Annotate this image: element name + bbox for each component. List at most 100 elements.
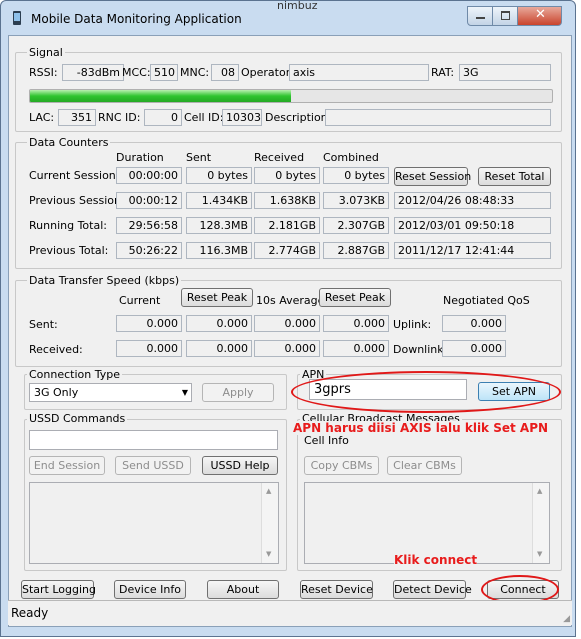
counter-row-label: Current Session: (29, 169, 120, 182)
received-label: Received: (29, 343, 83, 356)
ussd-scrollbar[interactable]: ▲ ▼ (261, 483, 278, 563)
cbm-message-box[interactable]: ▲ ▼ (304, 482, 550, 564)
about-button[interactable]: About (207, 580, 279, 599)
operator-label: Operator: (241, 66, 294, 79)
ussd-group-label: USSD Commands (27, 412, 128, 425)
send-ussd-button[interactable]: Send USSD (115, 456, 191, 475)
apn-annotation: APN harus diisi AXIS lalu klik Set APN (293, 421, 549, 435)
connect-annotation: Klik connect (394, 553, 478, 567)
speed-received-value: 0.000 (254, 340, 320, 357)
end-session-button[interactable]: End Session (29, 456, 105, 475)
speed-sent-value: 0.000 (323, 315, 389, 332)
signal-strength-bar (29, 89, 553, 103)
mnc-label: MNC: (180, 66, 210, 79)
lac-label: LAC: (29, 111, 55, 124)
operator-field: axis (289, 64, 429, 81)
device-info-button[interactable]: Device Info (114, 580, 186, 599)
lac-field: 351 (58, 109, 96, 126)
minimize-button[interactable] (467, 6, 494, 26)
rssi-label: RSSI: (29, 66, 58, 79)
uplink-label: Uplink: (393, 318, 432, 331)
speed-average-header: 10s Average (256, 294, 325, 307)
speed-sent-value: 0.000 (116, 315, 182, 332)
col-received: Received (254, 151, 305, 164)
col-combined: Combined (323, 151, 379, 164)
background-window-title: nimbuz (277, 0, 318, 12)
counter-date: 2012/04/26 08:48:33 (394, 192, 551, 209)
scroll-down-icon[interactable]: ▼ (266, 547, 271, 562)
counter-value: 1.434KB (186, 192, 252, 209)
rssi-field: -83dBm (62, 64, 124, 81)
reset-peak-button-1[interactable]: Reset Peak (181, 288, 253, 307)
counter-row-label: Previous Session: (29, 194, 125, 207)
status-bar: Ready ◢ (8, 600, 572, 625)
ussd-input[interactable] (29, 430, 278, 450)
scroll-down-icon[interactable]: ▼ (537, 547, 542, 562)
counter-value: 2.774GB (254, 242, 320, 259)
reset-peak-button-2[interactable]: Reset Peak (319, 288, 391, 307)
downlink-field: 0.000 (442, 340, 506, 357)
mcc-label: MCC: (122, 66, 151, 79)
reset-device-button[interactable]: Reset Device (300, 580, 373, 599)
rat-field: 3G (459, 64, 551, 81)
ussd-help-button[interactable]: USSD Help (202, 456, 278, 475)
start-logging-button[interactable]: Start Logging (21, 580, 96, 599)
maximize-button[interactable] (492, 6, 519, 26)
detect-device-button[interactable]: Detect Device (393, 580, 472, 599)
description-label: Description: (265, 111, 332, 124)
counter-value: 3.073KB (323, 192, 389, 209)
counter-value: 128.3MB (186, 217, 252, 234)
uplink-field: 0.000 (442, 315, 506, 332)
connection-type-label: Connection Type (27, 368, 123, 381)
window-title: Mobile Data Monitoring Application (31, 12, 242, 26)
title-bar[interactable]: Mobile Data Monitoring Application nimbu… (1, 0, 575, 35)
cbm-scrollbar[interactable]: ▲ ▼ (532, 483, 549, 563)
counter-value: 2.307GB (323, 217, 389, 234)
counter-value: 2.181GB (254, 217, 320, 234)
rnc-label: RNC ID: (98, 111, 141, 124)
signal-group-label: Signal (27, 46, 65, 59)
counter-value: 50:26:22 (116, 242, 182, 259)
mnc-field: 08 (211, 64, 239, 81)
app-window: Mobile Data Monitoring Application nimbu… (0, 0, 576, 637)
reset-session-button[interactable]: Reset Session (394, 167, 471, 186)
close-button[interactable]: ✕ (517, 6, 562, 26)
scroll-up-icon[interactable]: ▲ (537, 484, 542, 499)
counter-value: 116.3MB (186, 242, 252, 259)
sent-label: Sent: (29, 318, 58, 331)
apn-highlight-ellipse (291, 371, 561, 413)
col-duration: Duration (116, 151, 164, 164)
ussd-response-box[interactable]: ▲ ▼ (29, 482, 279, 564)
client-area: Signal RSSI: -83dBm MCC: 510 MNC: 08 Ope… (8, 35, 572, 627)
app-icon (13, 11, 21, 25)
counter-value: 0 bytes (323, 167, 389, 184)
downlink-label: Downlink: (393, 343, 448, 356)
cell-info-label: Cell Info: (304, 434, 353, 447)
apply-button[interactable]: Apply (202, 383, 274, 402)
rnc-field: 0 (144, 109, 182, 126)
col-sent: Sent (186, 151, 212, 164)
speed-group-label: Data Transfer Speed (kbps) (27, 274, 182, 287)
counter-date: 2012/03/01 09:50:18 (394, 217, 551, 234)
connection-type-select[interactable]: 3G Only ▼ (29, 383, 192, 402)
counter-value: 0 bytes (186, 167, 252, 184)
counter-row-label: Previous Total: (29, 244, 109, 257)
cell-id-label: Cell ID: (184, 111, 224, 124)
resize-grip-icon[interactable]: ◢ (563, 614, 570, 624)
counter-value: 2.887GB (323, 242, 389, 259)
reset-total-button[interactable]: Reset Total (478, 167, 551, 186)
counter-value: 1.638KB (254, 192, 320, 209)
speed-received-value: 0.000 (323, 340, 389, 357)
close-icon: ✕ (535, 7, 546, 22)
speed-current-header: Current (119, 294, 161, 307)
counter-value: 29:56:58 (116, 217, 182, 234)
speed-sent-value: 0.000 (186, 315, 252, 332)
data-counters-label: Data Counters (27, 136, 111, 149)
scroll-up-icon[interactable]: ▲ (266, 484, 271, 499)
rat-label: RAT: (431, 66, 455, 79)
chevron-down-icon: ▼ (181, 388, 188, 397)
cell-id-field: 10303 (222, 109, 262, 126)
clear-cbms-button[interactable]: Clear CBMs (387, 456, 462, 475)
copy-cbms-button[interactable]: Copy CBMs (304, 456, 379, 475)
counter-row-label: Running Total: (29, 219, 107, 232)
